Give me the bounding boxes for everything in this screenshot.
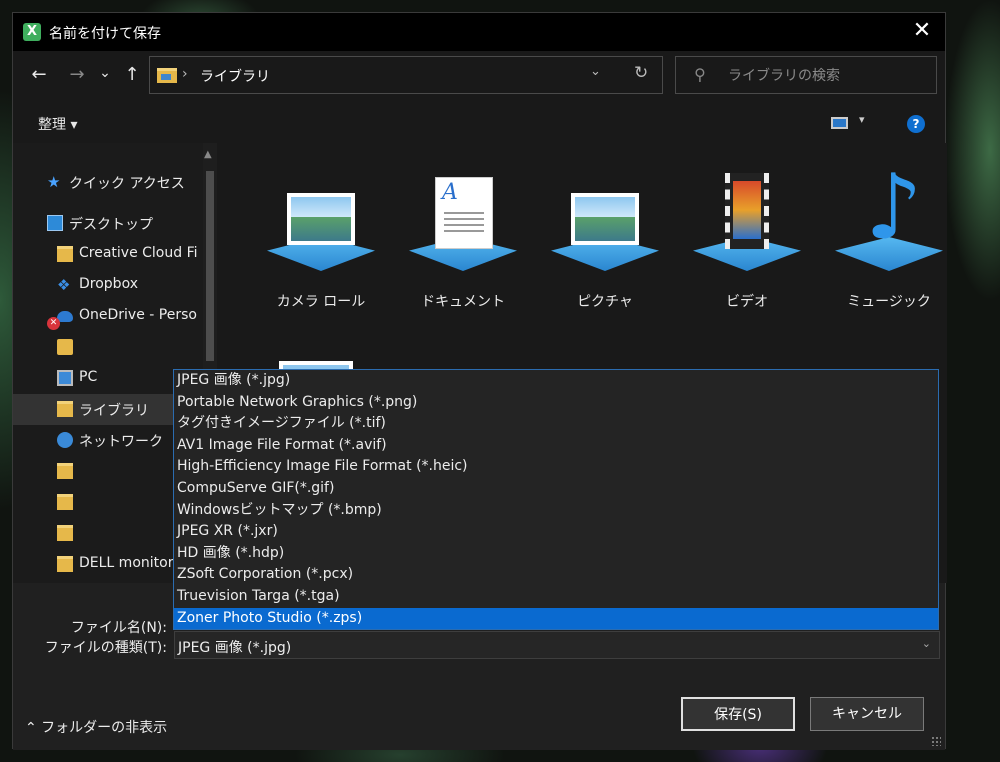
filetype-label: ファイルの種類(T): bbox=[44, 640, 167, 656]
filetype-dropdown-list: JPEG 画像 (*.jpg) Portable Network Graphic… bbox=[173, 369, 939, 630]
dropbox-icon: ❖ bbox=[57, 276, 71, 294]
chevron-down-icon: ⌄ bbox=[921, 637, 931, 650]
filetype-select[interactable]: JPEG 画像 (*.jpg) ⌄ bbox=[174, 631, 940, 659]
sidebar-item-user-folder[interactable] bbox=[13, 332, 203, 363]
folder-icon bbox=[57, 246, 73, 262]
up-arrow-icon[interactable]: ↑ bbox=[121, 63, 143, 87]
videos-icon bbox=[725, 173, 769, 249]
filetype-option[interactable]: Portable Network Graphics (*.png) bbox=[174, 392, 938, 414]
close-button[interactable]: ✕ bbox=[899, 13, 945, 51]
sidebar-item-onedrive[interactable]: ✕ OneDrive - Perso bbox=[13, 301, 203, 332]
refresh-icon[interactable]: ↻ bbox=[634, 63, 648, 83]
library-item-pictures[interactable]: ピクチャ bbox=[535, 163, 675, 313]
view-options-icon[interactable] bbox=[831, 117, 848, 129]
organize-menu-button[interactable]: 整理 ▾ bbox=[38, 114, 77, 134]
filename-label: ファイル名(N): bbox=[70, 620, 167, 636]
user-folder-icon bbox=[57, 339, 73, 355]
search-icon: ⚲ bbox=[694, 65, 706, 84]
scroll-up-icon[interactable]: ▲ bbox=[204, 149, 212, 160]
help-icon[interactable]: ? bbox=[907, 115, 925, 133]
sidebar-item-dropbox[interactable]: ❖ Dropbox bbox=[13, 270, 203, 301]
library-item-camera-roll[interactable]: カメラ ロール bbox=[251, 163, 391, 313]
sidebar-item-creative-cloud[interactable]: Creative Cloud Fi bbox=[13, 239, 203, 270]
filetype-option[interactable]: HD 画像 (*.hdp) bbox=[174, 543, 938, 565]
camera-roll-icon bbox=[287, 193, 355, 245]
hide-folders-toggle[interactable]: ⌃ フォルダーの非表示 bbox=[25, 717, 167, 737]
library-item-label: ビデオ bbox=[726, 294, 768, 310]
save-button[interactable]: 保存(S) bbox=[681, 697, 795, 731]
folder-icon bbox=[57, 463, 73, 479]
documents-icon bbox=[435, 177, 493, 249]
sidebar-item-label: ライブラリ bbox=[79, 403, 149, 419]
filetype-option[interactable]: JPEG XR (*.jxr) bbox=[174, 521, 938, 543]
music-icon: ♪ bbox=[865, 155, 923, 260]
library-item-videos[interactable]: ビデオ bbox=[677, 163, 817, 313]
desktop-icon bbox=[47, 215, 63, 231]
filetype-option[interactable]: タグ付きイメージファイル (*.tif) bbox=[174, 413, 938, 435]
sidebar-item-label: OneDrive - Perso bbox=[79, 307, 197, 323]
sidebar-item-label: ネットワーク bbox=[79, 434, 163, 450]
library-item-label: カメラ ロール bbox=[276, 294, 366, 310]
sidebar-item-label: DELL monitor bbox=[79, 555, 174, 571]
sidebar-item-desktop[interactable]: デスクトップ bbox=[13, 208, 203, 239]
cancel-button[interactable]: キャンセル bbox=[810, 697, 924, 731]
command-toolbar: 整理 ▾ ▾ ? bbox=[13, 103, 945, 143]
view-caret-icon[interactable]: ▾ bbox=[859, 113, 865, 126]
search-input[interactable] bbox=[726, 65, 930, 87]
star-icon: ★ bbox=[47, 173, 61, 191]
address-bar[interactable]: › ライブラリ ⌄ ↻ bbox=[149, 56, 663, 94]
breadcrumb-library[interactable]: ライブラリ bbox=[200, 66, 270, 86]
folder-icon bbox=[57, 556, 73, 572]
library-item-label: ピクチャ bbox=[577, 294, 633, 310]
sidebar-item-label: デスクトップ bbox=[69, 217, 153, 233]
library-item-documents[interactable]: ドキュメント bbox=[393, 163, 533, 313]
filetype-selected-value: JPEG 画像 (*.jpg) bbox=[178, 640, 292, 656]
pictures-icon bbox=[571, 193, 639, 245]
folder-icon bbox=[57, 525, 73, 541]
network-icon bbox=[57, 432, 73, 448]
filetype-option[interactable]: High-Efficiency Image File Format (*.hei… bbox=[174, 456, 938, 478]
pc-icon bbox=[57, 370, 73, 386]
sidebar-item-label: Dropbox bbox=[79, 276, 138, 292]
sidebar-item-label: クイック アクセス bbox=[69, 176, 185, 192]
breadcrumb-separator-icon: › bbox=[182, 66, 188, 82]
recent-locations-icon[interactable]: ⌄ bbox=[97, 61, 113, 85]
library-item-music[interactable]: ♪ ミュージック bbox=[819, 163, 947, 313]
filetype-option[interactable]: JPEG 画像 (*.jpg) bbox=[174, 370, 938, 392]
app-icon: X bbox=[23, 23, 41, 41]
folder-icon bbox=[57, 494, 73, 510]
address-dropdown-icon[interactable]: ⌄ bbox=[590, 64, 601, 79]
library-icon bbox=[57, 401, 73, 417]
filetype-option[interactable]: Windowsビットマップ (*.bmp) bbox=[174, 500, 938, 522]
search-box[interactable]: ⚲ bbox=[675, 56, 937, 94]
back-arrow-icon[interactable]: ← bbox=[27, 63, 51, 87]
sidebar-item-label: Creative Cloud Fi bbox=[79, 245, 198, 261]
scroll-thumb[interactable] bbox=[206, 171, 214, 361]
filetype-option-selected[interactable]: Zoner Photo Studio (*.zps) bbox=[174, 607, 938, 630]
library-item-label: ドキュメント bbox=[421, 294, 505, 310]
sidebar-item-quick-access[interactable]: ★ クイック アクセス bbox=[13, 167, 203, 198]
navigation-bar: ← → ⌄ ↑ › ライブラリ ⌄ ↻ ⚲ bbox=[13, 51, 945, 103]
window-title: 名前を付けて保存 bbox=[49, 26, 161, 42]
filetype-option[interactable]: ZSoft Corporation (*.pcx) bbox=[174, 564, 938, 586]
forward-arrow-icon[interactable]: → bbox=[65, 63, 89, 87]
resize-grip-icon[interactable] bbox=[931, 736, 941, 746]
library-folder-icon bbox=[157, 68, 177, 83]
sidebar-item-label: PC bbox=[79, 369, 98, 385]
library-item-label: ミュージック bbox=[847, 294, 931, 310]
title-bar: X 名前を付けて保存 ✕ bbox=[13, 13, 945, 51]
filetype-option[interactable]: AV1 Image File Format (*.avif) bbox=[174, 435, 938, 457]
filetype-option[interactable]: Truevision Targa (*.tga) bbox=[174, 586, 938, 608]
filetype-option[interactable]: CompuServe GIF(*.gif) bbox=[174, 478, 938, 500]
sync-error-icon: ✕ bbox=[47, 317, 60, 330]
